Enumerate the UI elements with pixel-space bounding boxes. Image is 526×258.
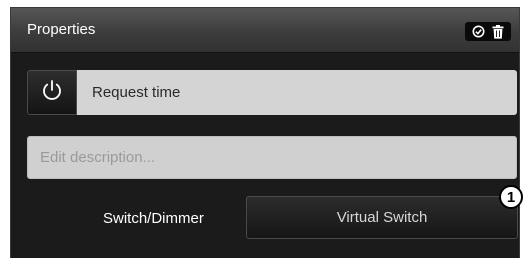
request-time-row: Request time (27, 70, 517, 115)
request-time-button[interactable]: Request time (77, 70, 517, 115)
properties-panel: Properties Request time Edit description… (10, 7, 520, 258)
panel-header: Properties (11, 8, 519, 53)
description-input[interactable] (27, 136, 517, 179)
callout-badge: 1 (499, 185, 523, 209)
check-circle-icon[interactable] (470, 24, 486, 40)
device-type-label: Switch/Dimmer (103, 210, 204, 227)
header-button-group (465, 22, 511, 41)
request-time-label: Request time (92, 84, 181, 101)
device-type-select[interactable]: Virtual Switch (246, 196, 518, 239)
trash-icon[interactable] (490, 24, 506, 40)
callout-number: 1 (506, 188, 516, 206)
power-button[interactable] (27, 70, 77, 115)
device-type-value: Virtual Switch (336, 209, 428, 226)
power-icon (41, 79, 63, 106)
panel-title: Properties (27, 21, 96, 38)
